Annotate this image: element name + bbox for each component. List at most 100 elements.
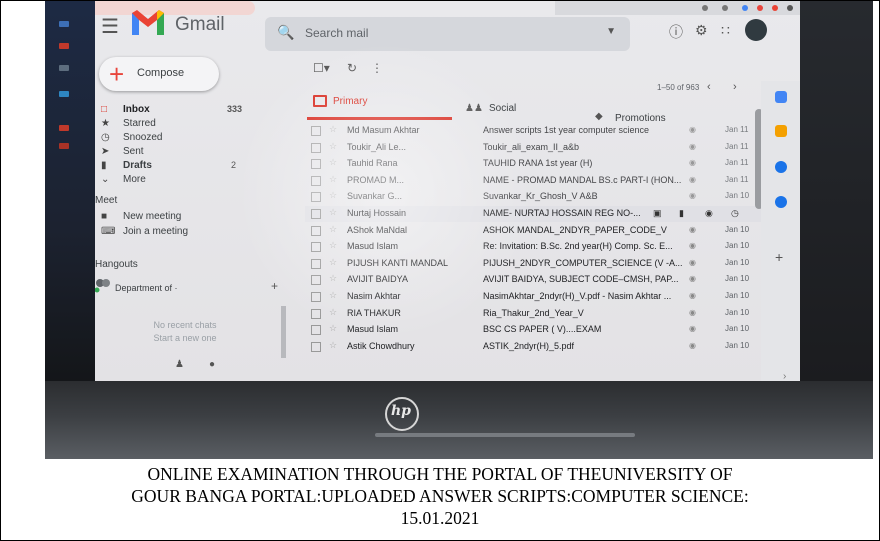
table-row[interactable]: ☆ PROMAD M... NAME - PROMAD MANDAL BS.c PA… (305, 173, 775, 189)
search-icon[interactable]: 🔍 (277, 24, 294, 41)
row-checkbox[interactable] (311, 308, 321, 319)
taskbar-icon (59, 43, 69, 49)
row-checkbox[interactable] (311, 242, 321, 253)
table-row[interactable]: ☆ Md Masum Akhtar Answer scripts 1st year … (305, 123, 775, 139)
figure-caption: ONLINE EXAMINATION THROUGH THE PORTAL OF… (1, 463, 879, 529)
start-new-chat-link[interactable]: Start a new one (125, 332, 245, 345)
search-input[interactable]: Search mail (305, 26, 368, 40)
hangouts-scrollbar[interactable] (281, 306, 286, 358)
table-row[interactable]: ☆ Nasim Akhtar NasimAkhtar_2ndyr(H)_V.pdf … (305, 289, 775, 305)
delete-icon[interactable]: ▮ (679, 208, 684, 219)
sidebar-item-sent[interactable]: ➤ Sent (101, 146, 281, 158)
hangouts-user-name[interactable]: Department of · (115, 283, 178, 293)
message-sender: Md Masum Akhtar (347, 125, 420, 135)
table-row[interactable]: ☆ PIJUSH KANTI MANDAL PIJUSH_2NDYR_COMPUTE… (305, 256, 775, 272)
row-checkbox[interactable] (311, 209, 321, 219)
row-checkbox[interactable] (311, 159, 321, 170)
star-icon[interactable]: ☆ (329, 290, 337, 301)
row-checkbox[interactable] (311, 292, 321, 302)
join-meeting-item[interactable]: ⌨ Join a meeting (101, 226, 281, 238)
star-icon[interactable]: ☆ (329, 190, 337, 201)
table-row[interactable]: ☆ Masud Islam Re: Invitation: B.Sc. 2nd ye… (305, 239, 775, 255)
tab-primary[interactable]: Primary (307, 93, 452, 120)
gmail-logo-icon[interactable] (129, 7, 167, 39)
sidebar-item-inbox[interactable]: □ Inbox 333 (101, 104, 281, 116)
search-bar[interactable]: 🔍 Search mail ▼ (265, 17, 630, 51)
taskbar-icon (59, 91, 69, 97)
contacts-icon[interactable] (775, 196, 787, 208)
meet-section-title: Meet (95, 195, 118, 206)
add-addon-icon[interactable]: + (775, 249, 783, 265)
table-row[interactable]: ☆ AVIJIT BAIDYA AVIJIT BAIDYA, SUBJECT COD… (305, 272, 775, 288)
table-row[interactable]: ☆ AShok MaNdal ASHOK MANDAL_2NDYR_PAPER_CO… (305, 223, 775, 239)
row-checkbox[interactable] (311, 341, 321, 352)
avatar[interactable] (745, 19, 767, 41)
unread-count: 333 (227, 104, 243, 114)
chevron-left-icon[interactable]: ‹ (707, 81, 711, 93)
apps-grid-icon[interactable]: ∷ (721, 22, 730, 39)
row-checkbox[interactable] (311, 126, 321, 136)
message-subject: BSC CS PAPER ( V)....EXAM (483, 324, 602, 335)
row-checkbox[interactable] (311, 192, 321, 203)
message-subject: ASTIK_2ndyr(H)_5.pdf (483, 340, 575, 351)
table-row[interactable]: ☆ Suvankar G... Suvankar_Kr_Ghosh_V A&B ◉ Ja… (305, 189, 775, 205)
more-options-icon[interactable]: ⋮ (371, 61, 383, 75)
row-checkbox[interactable] (311, 275, 321, 286)
message-subject: Re: Invitation: B.Sc. 2nd year(H) Comp. … (483, 241, 673, 252)
row-checkbox[interactable] (311, 225, 321, 236)
draft-count: 2 (231, 160, 237, 170)
star-icon[interactable]: ☆ (329, 174, 337, 185)
sidebar-item-more[interactable]: ⌄ More (101, 174, 281, 186)
star-icon[interactable]: ☆ (329, 323, 337, 334)
row-checkbox[interactable] (311, 258, 321, 269)
new-meeting-item[interactable]: ■ New meeting (101, 211, 281, 223)
sidebar-item-snoozed[interactable]: ◷ Snoozed (101, 132, 281, 144)
add-chat-icon[interactable]: + (271, 279, 278, 293)
tasks-icon[interactable] (775, 161, 787, 173)
table-row[interactable]: ☆ Toukir_Ali Le... Toukir_ali_exam_II_a&b ◉… (305, 140, 775, 156)
row-checkbox[interactable] (311, 142, 321, 153)
tab-social-label: Social (489, 103, 517, 114)
message-subject: PIJUSH_2NDYR_COMPUTER_SCIENCE (V -A... (483, 257, 683, 268)
star-icon[interactable]: ☆ (329, 240, 337, 251)
chevron-right-icon[interactable]: › (733, 81, 737, 93)
attachment-icon: ◉ (689, 141, 696, 151)
help-icon[interactable]: ⓘ (669, 22, 683, 42)
star-icon[interactable]: ☆ (329, 257, 337, 268)
star-icon[interactable]: ☆ (329, 207, 337, 218)
star-icon[interactable]: ☆ (329, 141, 337, 152)
gear-icon[interactable]: ⚙ (695, 22, 708, 39)
hamburger-menu-icon[interactable]: ☰ (101, 14, 119, 39)
table-row[interactable]: ☆ Tauhid Rana TAUHID RANA 1st year (H) ◉ Jan… (305, 156, 775, 172)
star-icon[interactable]: ☆ (329, 273, 337, 284)
row-checkbox[interactable] (311, 325, 321, 336)
snooze-icon[interactable]: ◷ (731, 208, 739, 219)
table-row[interactable]: ☆ Masud Islam BSC CS PAPER ( V)....EXAM ◉ Ja… (305, 322, 775, 338)
sidebar-item-drafts[interactable]: ▮ Drafts 2 (101, 160, 281, 172)
star-icon[interactable]: ☆ (329, 340, 337, 351)
sidebar-item-starred[interactable]: ★ Starred (101, 118, 281, 130)
photo: ☰ Gmail 🔍 Search mail ▼ ⓘ ⚙ ∷ + Compose … (45, 1, 873, 459)
calendar-icon[interactable] (775, 91, 787, 103)
star-icon[interactable]: ☆ (329, 307, 337, 318)
star-icon[interactable]: ☆ (329, 224, 337, 235)
search-options-icon[interactable]: ▼ (606, 26, 616, 37)
archive-icon[interactable]: ▣ (653, 208, 662, 219)
tab-social[interactable]: ♟♟ Social (465, 103, 585, 123)
star-icon[interactable]: ☆ (329, 124, 337, 135)
table-row[interactable]: ☆ Astik Chowdhury ASTIK_2ndyr(H)_5.pdf ◉ Jan… (305, 339, 775, 355)
select-all-checkbox[interactable]: ☐▾ (313, 61, 330, 75)
keep-icon[interactable] (775, 125, 787, 137)
taskbar-icon (59, 21, 69, 27)
mark-read-icon[interactable]: ◉ (705, 208, 713, 219)
chat-bubble-icon[interactable]: ● (209, 359, 215, 370)
row-checkbox[interactable] (311, 175, 321, 186)
keyboard-icon: ⌨ (101, 226, 116, 237)
person-icon[interactable]: ♟ (175, 359, 184, 370)
compose-button[interactable]: + Compose (99, 57, 219, 91)
refresh-icon[interactable]: ↻ (347, 61, 357, 75)
star-icon[interactable]: ☆ (329, 157, 337, 168)
laptop-bezel (45, 381, 873, 459)
message-date: Jan 10 (725, 241, 750, 251)
table-row[interactable]: ☆ RIA THAKUR Ria_Thakur_2nd_Year_V ◉ Jan 10 (305, 306, 775, 322)
